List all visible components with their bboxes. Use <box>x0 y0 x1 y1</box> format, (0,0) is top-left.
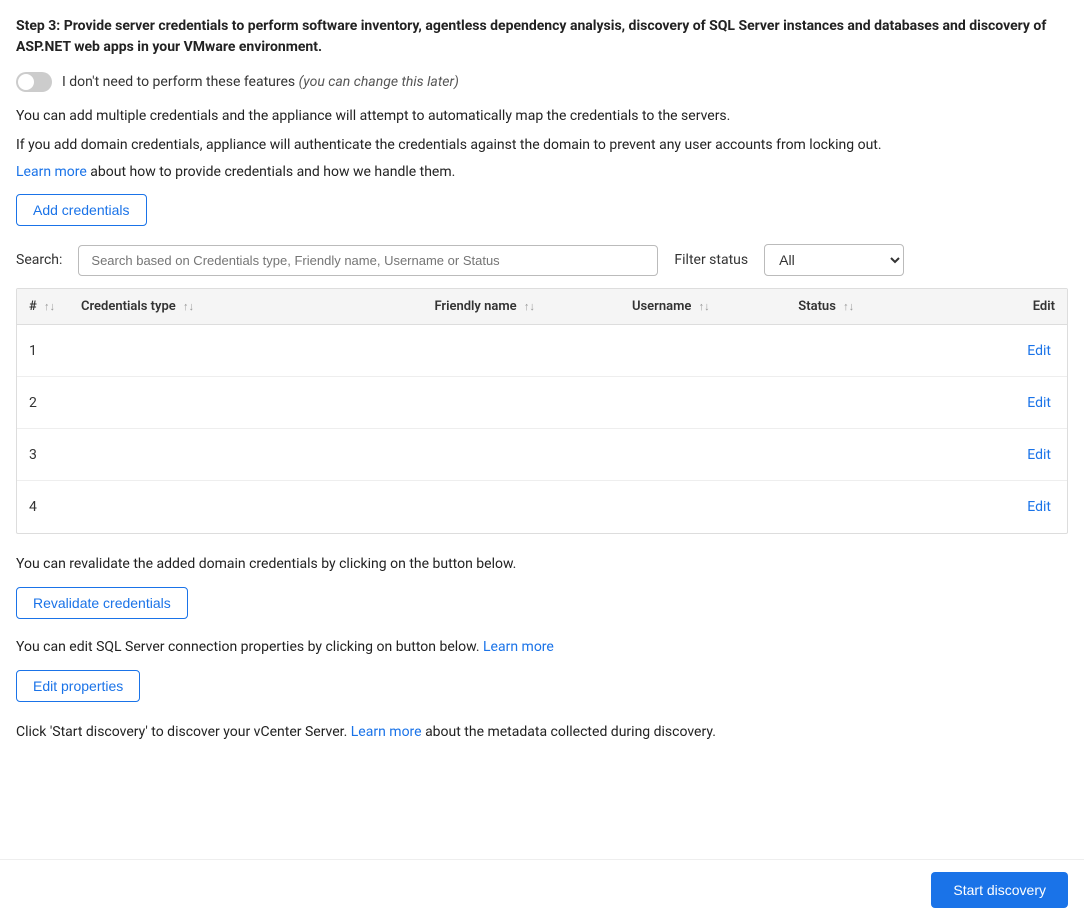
cell-username-3 <box>620 429 786 481</box>
cell-num-2: 2 <box>17 377 69 429</box>
col-header-status[interactable]: Status ↑↓ <box>786 289 1004 325</box>
filter-status-label: Filter status <box>674 252 748 268</box>
revalidate-credentials-button[interactable]: Revalidate credentials <box>16 587 188 619</box>
table-row: 2 Edit <box>17 377 1067 429</box>
filter-status-select[interactable]: All Valid Invalid Pending <box>764 244 904 276</box>
cell-cred-type-3 <box>69 429 422 481</box>
table-row: 1 Edit <box>17 325 1067 377</box>
search-label: Search: <box>16 252 62 268</box>
col-header-friendly-name[interactable]: Friendly name ↑↓ <box>422 289 620 325</box>
col-header-cred-type[interactable]: Credentials type ↑↓ <box>69 289 422 325</box>
cell-friendly-name-2 <box>422 377 620 429</box>
learn-more-suffix: about how to provide credentials and how… <box>87 164 456 180</box>
revalidate-text: You can revalidate the added domain cred… <box>16 554 1068 575</box>
start-discovery-button[interactable]: Start discovery <box>931 872 1068 908</box>
cell-num-3: 3 <box>17 429 69 481</box>
edit-button-row-2[interactable]: Edit <box>1005 377 1067 429</box>
edit-properties-button[interactable]: Edit properties <box>16 670 140 702</box>
credentials-table: # ↑↓ Credentials type ↑↓ Friendly name ↑… <box>16 288 1068 534</box>
search-filter-row: Search: Filter status All Valid Invalid … <box>16 244 1068 276</box>
discovery-learn-more-link[interactable]: Learn more <box>351 724 422 740</box>
cell-status-4 <box>786 481 1004 533</box>
edit-properties-learn-more-link[interactable]: Learn more <box>483 639 554 655</box>
col-header-edit: Edit <box>1005 289 1067 325</box>
table-row: 3 Edit <box>17 429 1067 481</box>
cell-username-4 <box>620 481 786 533</box>
sort-icon-status: ↑↓ <box>843 300 854 313</box>
toggle-switch[interactable] <box>16 72 52 92</box>
bottom-bar: Start discovery <box>0 859 1084 920</box>
edit-button-row-1[interactable]: Edit <box>1005 325 1067 377</box>
search-input[interactable] <box>78 245 658 276</box>
info-line1: You can add multiple credentials and the… <box>16 106 1068 127</box>
discovery-text: Click 'Start discovery' to discover your… <box>16 722 1068 743</box>
sort-icon-cred: ↑↓ <box>183 300 194 313</box>
table-row: 4 Edit <box>17 481 1067 533</box>
cell-username-2 <box>620 377 786 429</box>
learn-more-link[interactable]: Learn more <box>16 164 87 180</box>
cell-friendly-name-1 <box>422 325 620 377</box>
sort-icon-num: ↑↓ <box>44 300 55 313</box>
col-header-username[interactable]: Username ↑↓ <box>620 289 786 325</box>
table-header-row: # ↑↓ Credentials type ↑↓ Friendly name ↑… <box>17 289 1067 325</box>
sort-icon-username: ↑↓ <box>699 300 710 313</box>
edit-properties-text: You can edit SQL Server connection prope… <box>16 637 1068 658</box>
toggle-row: I don't need to perform these features (… <box>16 72 1068 92</box>
learn-more-row: Learn more about how to provide credenti… <box>16 164 1068 180</box>
cell-username-1 <box>620 325 786 377</box>
cell-status-2 <box>786 377 1004 429</box>
cell-friendly-name-3 <box>422 429 620 481</box>
add-credentials-button[interactable]: Add credentials <box>16 194 147 226</box>
edit-button-row-4[interactable]: Edit <box>1005 481 1067 533</box>
cell-num-4: 4 <box>17 481 69 533</box>
cell-cred-type-4 <box>69 481 422 533</box>
col-header-num[interactable]: # ↑↓ <box>17 289 69 325</box>
step-header: Step 3: Provide server credentials to pe… <box>16 16 1068 58</box>
cell-cred-type-1 <box>69 325 422 377</box>
cell-status-1 <box>786 325 1004 377</box>
cell-num-1: 1 <box>17 325 69 377</box>
cell-status-3 <box>786 429 1004 481</box>
info-line2: If you add domain credentials, appliance… <box>16 135 1068 156</box>
cell-cred-type-2 <box>69 377 422 429</box>
toggle-label: I don't need to perform these features (… <box>62 74 459 90</box>
cell-friendly-name-4 <box>422 481 620 533</box>
edit-button-row-3[interactable]: Edit <box>1005 429 1067 481</box>
sort-icon-friendly: ↑↓ <box>524 300 535 313</box>
